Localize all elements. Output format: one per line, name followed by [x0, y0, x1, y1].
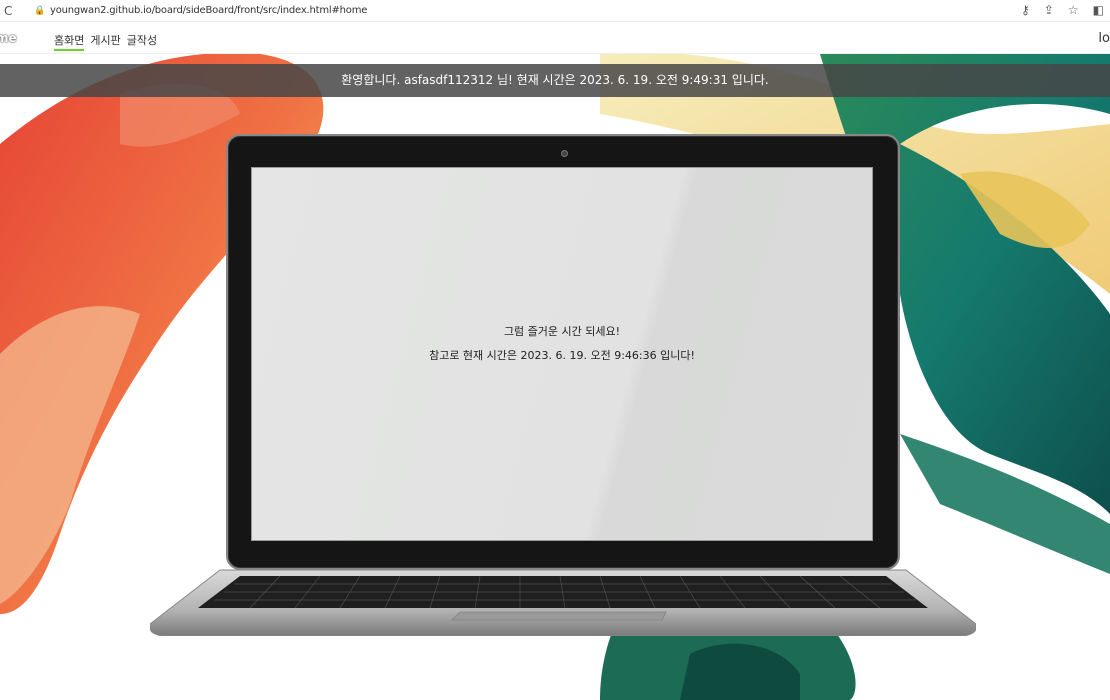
nav-links: 홈화면 게시판 글작성	[54, 32, 157, 51]
reload-icon[interactable]: C	[4, 4, 18, 18]
site-logo[interactable]: me	[0, 31, 17, 45]
screen-message: 그럼 즐거운 시간 되세요! 참고로 현재 시간은 2023. 6. 19. 오…	[252, 320, 872, 368]
share-icon[interactable]: ⇪	[1044, 3, 1054, 17]
nav-write[interactable]: 글작성	[127, 32, 157, 51]
browser-address-bar: C 🔒 youngwan2.github.io/board/sideBoard/…	[0, 0, 1110, 22]
laptop-screen: 그럼 즐거운 시간 되세요! 참고로 현재 시간은 2023. 6. 19. 오…	[251, 167, 873, 541]
browser-actions: ⚷ ⇪ ☆ ◧	[1021, 3, 1104, 17]
url-text[interactable]: youngwan2.github.io/board/sideBoard/fron…	[50, 5, 367, 16]
nav-home[interactable]: 홈화면	[54, 32, 85, 51]
welcome-banner: 환영합니다. asfasdf112312 님! 현재 시간은 2023. 6. …	[0, 64, 1110, 97]
site-nav: me 홈화면 게시판 글작성 lo	[0, 22, 1110, 54]
key-icon[interactable]: ⚷	[1021, 3, 1030, 17]
screen-line-2: 참고로 현재 시간은 2023. 6. 19. 오전 9:46:36 입니다!	[429, 349, 695, 362]
laptop-keyboard	[149, 566, 977, 637]
camera-icon	[561, 150, 568, 157]
star-icon[interactable]: ☆	[1068, 3, 1079, 17]
screen-line-1: 그럼 즐거운 시간 되세요!	[503, 325, 621, 338]
lock-icon[interactable]: 🔒	[34, 6, 45, 16]
nav-board[interactable]: 게시판	[90, 32, 120, 51]
sidebar-icon[interactable]: ◧	[1093, 3, 1104, 17]
login-link[interactable]: lo	[1098, 31, 1110, 46]
